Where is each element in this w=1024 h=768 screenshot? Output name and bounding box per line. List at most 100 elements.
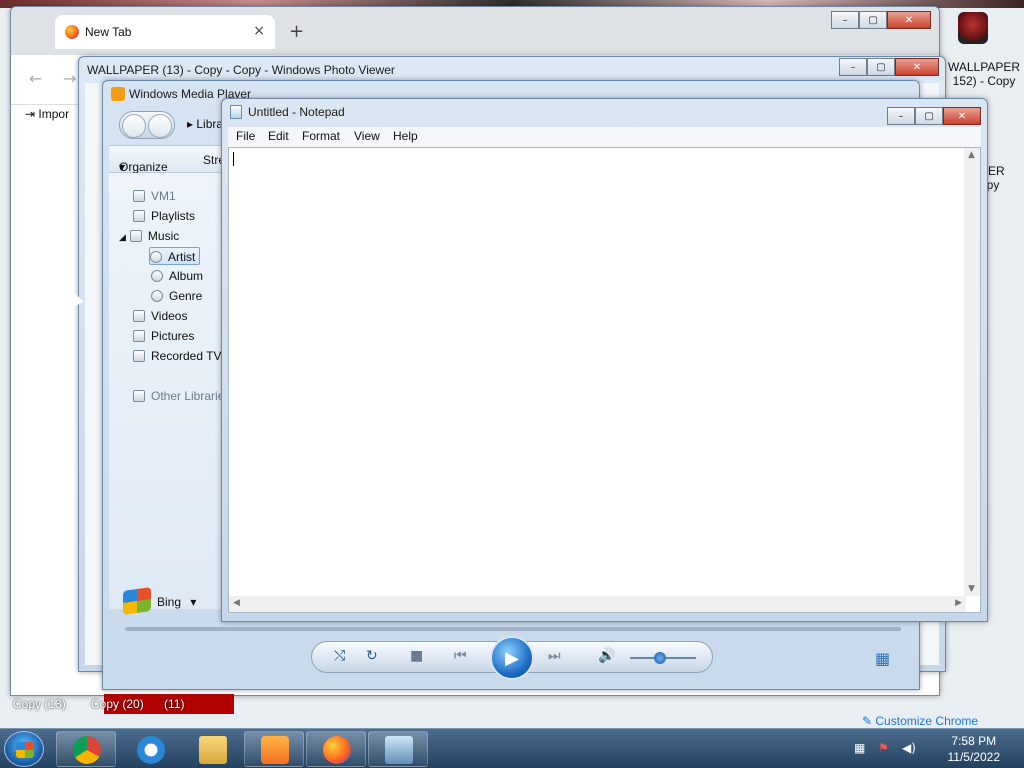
- mute-button[interactable]: 🔊: [598, 648, 615, 664]
- menu-edit[interactable]: Edit: [268, 129, 289, 143]
- previous-button[interactable]: ⏮: [454, 648, 467, 664]
- horizontal-scrollbar[interactable]: ◀ ▶: [229, 596, 966, 612]
- bing-search-button[interactable]: Bing ▾: [123, 587, 197, 615]
- customize-chrome-button[interactable]: ✎ Customize Chrome: [862, 714, 978, 728]
- stop-button[interactable]: ■: [410, 648, 423, 664]
- genre-icon: [151, 290, 163, 302]
- clock[interactable]: 7:58 PM 11/5/2022: [948, 733, 1001, 765]
- nav-item-videos[interactable]: Videos: [133, 307, 187, 325]
- nav-item-playlists[interactable]: Playlists: [133, 207, 195, 225]
- nav-item-recorded-tv[interactable]: Recorded TV: [133, 347, 221, 365]
- menu-format[interactable]: Format: [302, 129, 340, 143]
- nav-item-other-libraries[interactable]: Other Librarie: [133, 387, 224, 405]
- video-icon: [133, 310, 145, 322]
- minimize-button[interactable]: –: [839, 58, 867, 76]
- tab-title: New Tab: [85, 25, 132, 39]
- breadcrumb-label: Libra: [196, 117, 224, 131]
- customize-label: Customize Chrome: [875, 714, 979, 728]
- volume-icon[interactable]: ◀): [902, 741, 916, 755]
- minimize-button[interactable]: –: [887, 107, 915, 125]
- breadcrumb[interactable]: ▸ Libra: [187, 117, 223, 131]
- menu-bar: File Edit Format View Help: [228, 127, 981, 147]
- maximize-button[interactable]: ▢: [859, 11, 887, 29]
- close-button[interactable]: ✕: [887, 11, 931, 29]
- nav-item-artist[interactable]: Artist: [149, 247, 201, 265]
- import-bookmarks-button[interactable]: ⇥ Impor: [25, 107, 69, 121]
- start-button[interactable]: [4, 731, 44, 767]
- scroll-right-icon[interactable]: ▶: [955, 598, 962, 608]
- notepad-window: Untitled - Notepad – ▢ ✕ File Edit Forma…: [221, 98, 988, 622]
- nav-item-label: Album: [169, 269, 204, 283]
- nav-item-vm1[interactable]: VM1: [133, 187, 176, 205]
- maximize-button[interactable]: ▢: [915, 107, 943, 125]
- firefox-icon: [65, 25, 79, 39]
- chevron-down-icon: ▾: [119, 160, 126, 174]
- repeat-button[interactable]: ↻: [366, 648, 378, 664]
- volume-knob[interactable]: [653, 652, 666, 664]
- photo-viewer-icon: [385, 736, 413, 764]
- desktop-icon-label[interactable]: (11): [164, 697, 184, 711]
- forward-button[interactable]: →: [63, 69, 76, 88]
- desktop-icon-label[interactable]: WALLPAPER 152) - Copy: [944, 60, 1024, 88]
- menu-view[interactable]: View: [354, 129, 380, 143]
- scroll-down-icon[interactable]: ▼: [968, 584, 975, 594]
- window-title-text: Untitled - Notepad: [248, 105, 345, 119]
- scroll-up-icon[interactable]: ▲: [968, 150, 975, 160]
- action-center-icon[interactable]: ⚑: [878, 741, 889, 755]
- minimize-button[interactable]: –: [831, 11, 859, 29]
- media-player-icon: [261, 736, 289, 764]
- taskbar-firefox[interactable]: [306, 731, 366, 767]
- library-navigation: VM1 Playlists ◢ Music Artist Album Genre …: [109, 173, 224, 609]
- desktop-icon-label[interactable]: Copy (13): [13, 697, 66, 711]
- nav-item-pictures[interactable]: Pictures: [133, 327, 194, 345]
- chevron-down-icon: ▾: [190, 595, 197, 609]
- tab-close-icon[interactable]: ×: [253, 23, 265, 39]
- tv-icon: [133, 350, 145, 362]
- desktop-icon-labels: Copy (13) Copy (20) (11): [0, 694, 240, 714]
- text-caret: [233, 152, 234, 166]
- internet-explorer-icon: [137, 736, 165, 764]
- desktop-file-icon[interactable]: [958, 12, 988, 44]
- seek-bar[interactable]: [125, 627, 901, 631]
- desktop-icon-label[interactable]: Copy (20): [91, 697, 144, 711]
- taskbar-internet-explorer[interactable]: [120, 731, 180, 767]
- tab-new-tab[interactable]: New Tab ×: [55, 15, 275, 49]
- organize-label: Organize: [119, 160, 168, 174]
- nav-item-music[interactable]: ◢ Music: [119, 227, 179, 245]
- switch-to-now-playing-button[interactable]: ▦: [875, 649, 890, 668]
- network-icon[interactable]: ▦: [854, 741, 865, 755]
- play-button[interactable]: ▶: [490, 636, 534, 680]
- menu-file[interactable]: File: [236, 129, 255, 143]
- nav-item-label: VM1: [151, 189, 176, 203]
- taskbar-photo-viewer[interactable]: [368, 731, 428, 767]
- menu-help[interactable]: Help: [393, 129, 418, 143]
- next-button[interactable]: ⏭: [548, 648, 561, 664]
- shuffle-button[interactable]: ⤭: [334, 648, 345, 664]
- volume-slider[interactable]: [630, 652, 696, 664]
- nav-item-album[interactable]: Album: [151, 267, 203, 285]
- taskbar-media-player[interactable]: [244, 731, 304, 767]
- clock-date: 11/5/2022: [947, 750, 1001, 764]
- window-title: Untitled - Notepad: [230, 99, 345, 125]
- nav-item-genre[interactable]: Genre: [151, 287, 202, 305]
- windows-logo-icon: [123, 587, 151, 615]
- taskbar-file-explorer[interactable]: [182, 731, 242, 767]
- close-button[interactable]: ✕: [943, 107, 981, 125]
- nav-item-label: Videos: [151, 309, 188, 323]
- user-library-icon: [133, 190, 145, 202]
- text-editor[interactable]: ▲ ▼ ◀ ▶: [228, 147, 981, 613]
- nav-item-label: Recorded TV: [151, 349, 222, 363]
- nav-item-label: Pictures: [151, 329, 195, 343]
- taskbar-chrome[interactable]: [56, 731, 116, 767]
- new-tab-button[interactable]: +: [289, 21, 304, 42]
- back-button[interactable]: ←: [29, 69, 42, 88]
- scroll-left-icon[interactable]: ◀: [233, 598, 240, 608]
- clock-time: 7:58 PM: [951, 734, 997, 748]
- back-forward-buttons[interactable]: [119, 111, 175, 139]
- close-button[interactable]: ✕: [895, 58, 939, 76]
- picture-icon: [133, 330, 145, 342]
- chrome-caption-buttons: – ▢ ✕: [831, 11, 931, 29]
- vertical-scrollbar[interactable]: ▲ ▼: [964, 148, 980, 596]
- maximize-button[interactable]: ▢: [867, 58, 895, 76]
- caption-buttons: – ▢ ✕: [887, 107, 981, 125]
